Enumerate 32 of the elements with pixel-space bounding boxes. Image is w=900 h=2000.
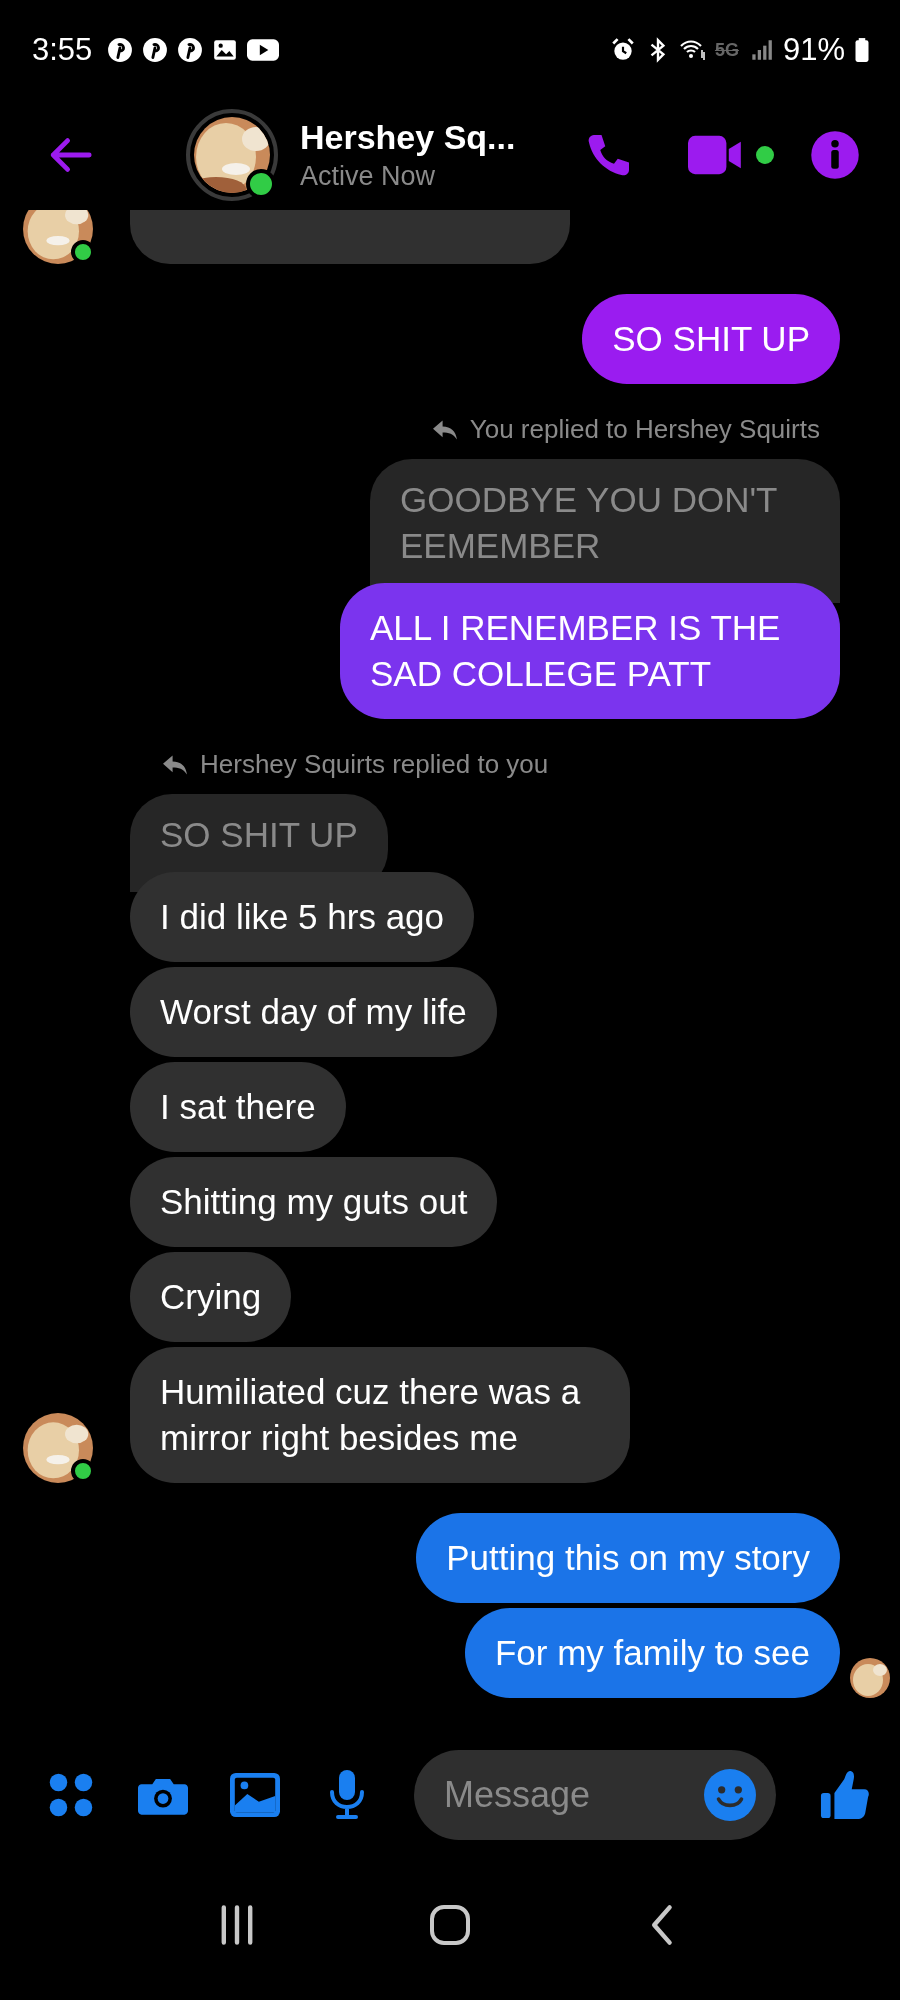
contact-name[interactable]: Hershey Sq... xyxy=(300,118,584,157)
message-bubble: Shitting my guts out xyxy=(130,1157,498,1247)
info-icon[interactable] xyxy=(810,130,860,180)
gallery-icon xyxy=(212,37,239,63)
home-icon[interactable] xyxy=(428,1903,472,1947)
message-bubble: I sat there xyxy=(130,1062,346,1152)
pin-logo-icon xyxy=(177,37,204,63)
reply-label: Hershey Squirts replied to you xyxy=(200,749,549,780)
image-icon[interactable] xyxy=(230,1770,280,1820)
status-time: 3:55 xyxy=(32,32,93,68)
active-status: Active Now xyxy=(300,161,437,192)
battery-icon xyxy=(854,37,870,63)
thumbs-up-icon[interactable] xyxy=(820,1770,870,1820)
message-input[interactable]: Message xyxy=(414,1750,776,1840)
message-bubble: Humiliated cuz there was a mirror right besides me xyxy=(130,1347,630,1483)
message-bubble: SO SHIT UP xyxy=(582,294,840,384)
message-bubble: ALL I RENEMBER IS THE SAD COLLEGE PATT xyxy=(340,583,840,719)
emoji-icon[interactable] xyxy=(704,1769,756,1821)
alarm-icon xyxy=(609,37,636,63)
message-bubble: Crying xyxy=(130,1252,292,1342)
reply-label: You replied to Hershey Squirts xyxy=(469,414,820,445)
video-play-icon xyxy=(247,37,280,63)
message-bubble: Putting this on my story xyxy=(416,1513,840,1603)
pin-logo-icon xyxy=(142,37,169,63)
message-bubble: Worst day of my life xyxy=(130,967,497,1057)
message-bubble: I did like 5 hrs ago xyxy=(130,872,475,962)
battery-level: 91% xyxy=(782,32,845,68)
network-type: 5G xyxy=(714,39,739,61)
message-bubble: For my family to see xyxy=(464,1608,840,1698)
pin-logo-icon xyxy=(107,37,134,63)
reply-icon xyxy=(160,752,190,777)
wifi-icon xyxy=(679,37,706,63)
